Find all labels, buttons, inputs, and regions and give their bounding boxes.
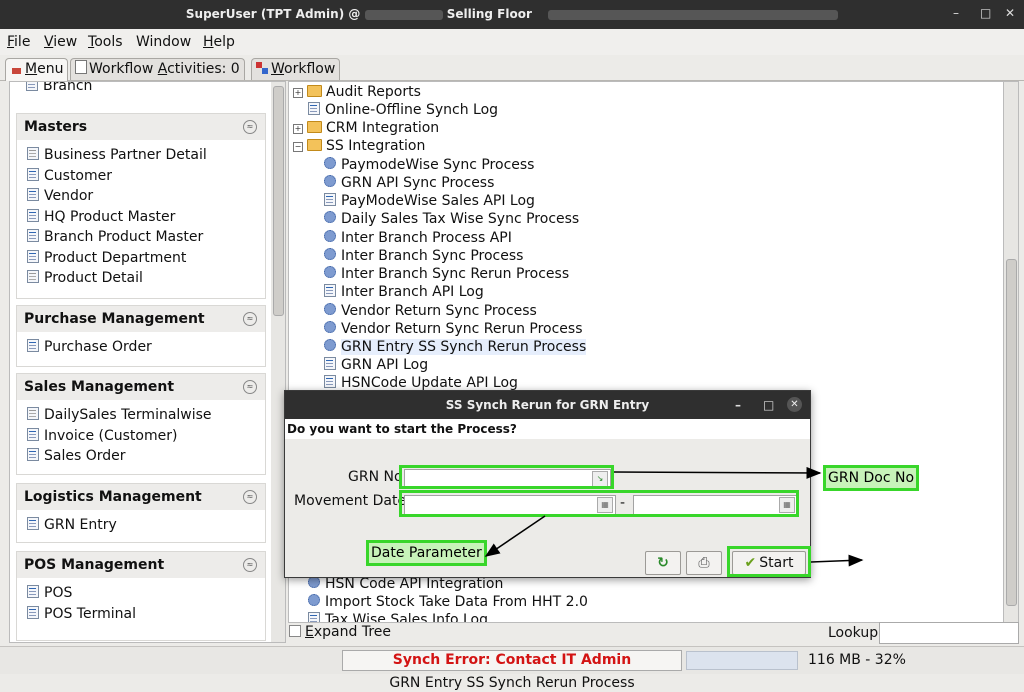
arrow-to-date-parameter xyxy=(484,515,546,557)
arrow-from-start xyxy=(810,554,864,567)
annotation-arrows xyxy=(484,466,864,567)
arrow-to-grn-doc-no xyxy=(613,466,822,479)
